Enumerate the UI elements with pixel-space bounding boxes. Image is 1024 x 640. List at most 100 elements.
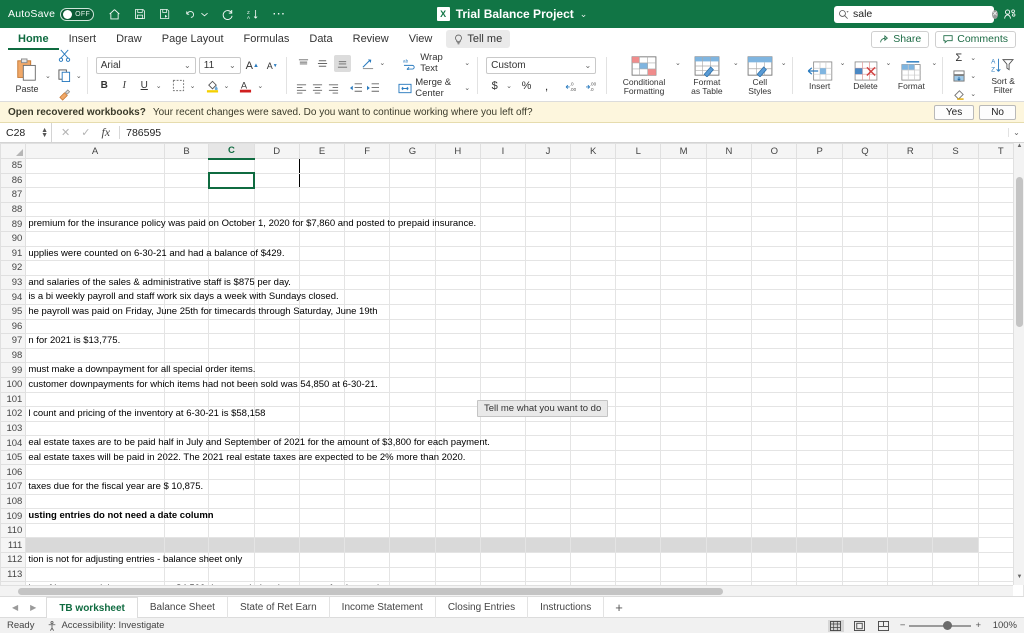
cell-K97[interactable]	[570, 333, 617, 349]
cell-styles-button[interactable]: Cell Styles	[741, 55, 779, 96]
row-header-97[interactable]: 97	[0, 333, 27, 349]
cell-A101[interactable]	[25, 392, 165, 408]
cell-G101[interactable]	[389, 392, 436, 408]
row-header-105[interactable]: 105	[0, 449, 27, 466]
cell-M110[interactable]	[660, 523, 707, 539]
cell-D111[interactable]	[254, 537, 300, 554]
cell-J106[interactable]	[525, 464, 572, 481]
column-header-c[interactable]: C	[208, 143, 255, 160]
cell-M106[interactable]	[660, 464, 707, 481]
cell-P93[interactable]	[796, 275, 843, 291]
previous-sheet-icon[interactable]: ◀	[12, 603, 18, 612]
cell-J113[interactable]	[525, 567, 572, 583]
cell-K95[interactable]	[570, 304, 617, 320]
cell-F112[interactable]	[344, 552, 391, 568]
cell-R102[interactable]	[887, 406, 934, 422]
decrease-font-size-icon[interactable]: A ▼	[264, 57, 281, 74]
cell-F108[interactable]	[344, 494, 391, 510]
cell-K85[interactable]	[570, 158, 617, 174]
cell-G97[interactable]	[389, 333, 436, 349]
cell-D92[interactable]	[254, 260, 300, 276]
cell-H93[interactable]	[435, 275, 481, 291]
cell-Q111[interactable]	[842, 537, 889, 554]
select-all-corner[interactable]	[0, 143, 27, 159]
cell-S89[interactable]	[932, 216, 979, 232]
cell-E91[interactable]	[299, 246, 346, 262]
column-header-i[interactable]: I	[479, 143, 526, 159]
cell-R89[interactable]	[887, 216, 934, 232]
cell-L89[interactable]	[615, 216, 662, 232]
cell-L108[interactable]	[615, 494, 662, 510]
cell-I87[interactable]	[480, 187, 526, 203]
cell-R96[interactable]	[887, 319, 934, 335]
cell-F92[interactable]	[344, 260, 391, 276]
cell-J85[interactable]	[525, 158, 572, 174]
cell-R113[interactable]	[887, 567, 934, 583]
cell-J86[interactable]	[525, 173, 572, 189]
cell-D87[interactable]	[254, 187, 300, 203]
cell-Q109[interactable]	[842, 508, 889, 524]
cell-A109[interactable]: usting entries do not need a date column	[25, 508, 214, 524]
cell-J95[interactable]	[525, 304, 572, 320]
cell-A99[interactable]: must make a downpayment for all special …	[25, 362, 255, 378]
cell-C93[interactable]	[208, 275, 255, 291]
cell-G109[interactable]	[389, 508, 436, 524]
cell-B88[interactable]	[164, 202, 210, 218]
cell-C85[interactable]	[208, 158, 255, 174]
cell-O91[interactable]	[751, 246, 798, 262]
cell-S99[interactable]	[932, 362, 979, 378]
orientation-icon[interactable]	[360, 55, 377, 72]
cell-O88[interactable]	[751, 202, 798, 218]
cell-J112[interactable]	[525, 552, 572, 568]
cell-K99[interactable]	[570, 362, 617, 378]
cell-S107[interactable]	[932, 479, 979, 495]
cell-L94[interactable]	[615, 289, 662, 305]
cell-O87[interactable]	[751, 187, 798, 203]
fx-icon[interactable]: fx	[101, 125, 110, 140]
cell-A86[interactable]	[25, 173, 165, 189]
cell-H88[interactable]	[435, 202, 481, 218]
cell-H89[interactable]	[435, 216, 481, 232]
autosave-switch[interactable]: OFF	[60, 7, 95, 21]
cell-R97[interactable]	[887, 333, 934, 349]
cell-R111[interactable]	[887, 537, 934, 554]
cell-J110[interactable]	[525, 523, 572, 539]
cell-M102[interactable]	[660, 406, 707, 422]
column-header-f[interactable]: F	[344, 143, 391, 159]
cell-Q97[interactable]	[842, 333, 889, 349]
row-header-93[interactable]: 93	[0, 274, 27, 291]
cell-B112[interactable]	[164, 552, 210, 568]
cell-F111[interactable]	[344, 537, 391, 554]
cell-G90[interactable]	[389, 231, 436, 247]
cell-H90[interactable]	[435, 231, 481, 247]
cell-I94[interactable]	[480, 289, 526, 305]
cell-Q87[interactable]	[842, 187, 889, 203]
cell-Q98[interactable]	[842, 348, 889, 364]
cell-O96[interactable]	[751, 319, 798, 335]
cell-P87[interactable]	[796, 187, 843, 203]
cell-S103[interactable]	[932, 421, 979, 437]
cell-R85[interactable]	[887, 158, 934, 174]
cell-J89[interactable]	[525, 216, 572, 232]
cell-O86[interactable]	[751, 173, 798, 189]
cell-B90[interactable]	[164, 231, 210, 247]
autosum-dropdown-icon[interactable]: ⌄	[970, 54, 976, 62]
cell-P109[interactable]	[796, 508, 843, 524]
column-header-k[interactable]: K	[570, 143, 617, 159]
cell-R101[interactable]	[887, 392, 934, 408]
cell-Q92[interactable]	[842, 260, 889, 276]
cell-H113[interactable]	[435, 567, 481, 583]
zoom-knob[interactable]	[943, 620, 953, 630]
cell-P92[interactable]	[796, 260, 843, 276]
fill-icon[interactable]	[950, 67, 967, 84]
column-header-p[interactable]: P	[796, 143, 843, 159]
cell-H105[interactable]	[435, 450, 481, 466]
cell-S94[interactable]	[932, 289, 979, 305]
cell-K113[interactable]	[570, 567, 617, 583]
cell-C105[interactable]	[208, 450, 255, 466]
cut-icon[interactable]	[56, 47, 73, 64]
cell-N88[interactable]	[706, 202, 753, 218]
spreadsheet-grid[interactable]: A B C D E F G H I J K L M N O P Q R S T 85 86 87 88 89 premium fo…	[0, 143, 1024, 596]
cell-P95[interactable]	[796, 304, 843, 320]
sort-filter-button[interactable]: AZ Sort & Filter	[979, 56, 1024, 95]
